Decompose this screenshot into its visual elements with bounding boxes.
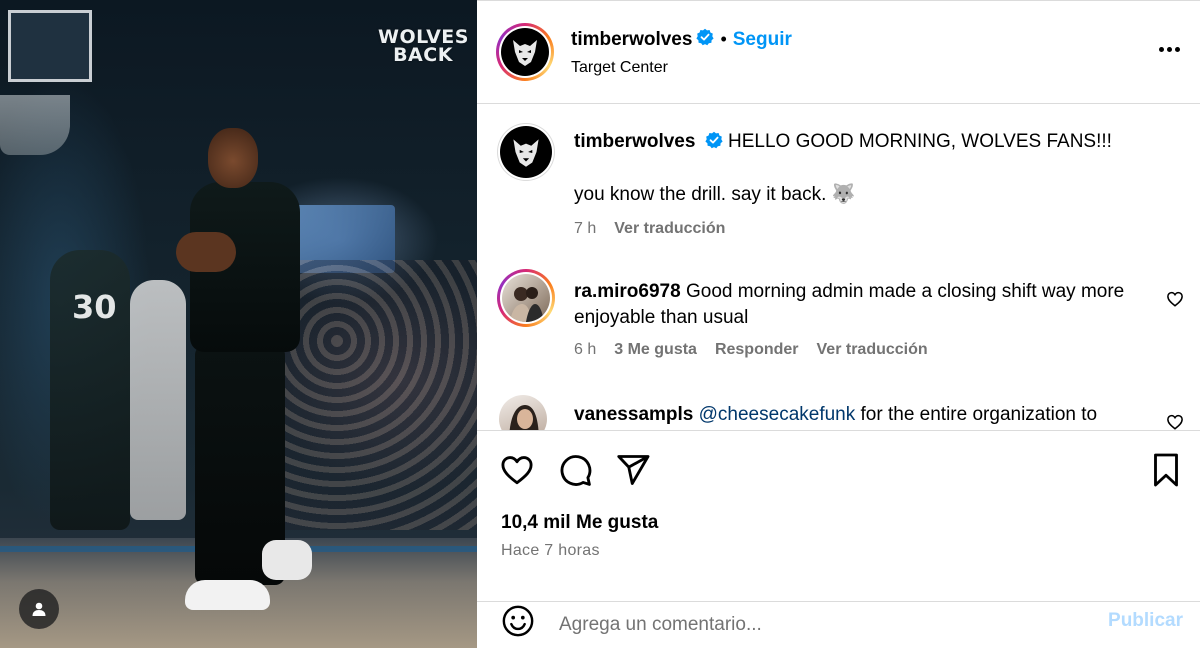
mention-link[interactable]: @cheesecakefunk — [699, 404, 856, 425]
profile-photo-icon — [510, 287, 544, 322]
translate-link[interactable]: Ver traducción — [817, 341, 928, 359]
like-button[interactable] — [499, 452, 535, 493]
verified-badge-icon — [705, 131, 723, 157]
comment-button[interactable] — [557, 452, 593, 493]
caption-meta: 7 h Ver traducción — [574, 220, 725, 238]
comment-text: ra.miro6978 Good morning admin made a cl… — [574, 279, 1134, 331]
more-dot — [1175, 47, 1180, 52]
emoji-button[interactable] — [501, 604, 535, 643]
tagged-users-button[interactable] — [19, 589, 59, 629]
post-time: Hace 7 horas — [501, 542, 600, 559]
avatar[interactable] — [497, 123, 555, 181]
comment-input[interactable] — [559, 609, 1079, 641]
caption-time: 7 h — [574, 220, 597, 237]
more-options-button[interactable] — [1159, 41, 1180, 58]
player-shoe — [262, 540, 312, 580]
translate-link[interactable]: Ver traducción — [614, 220, 725, 238]
watermark-line: BACK — [393, 44, 453, 66]
share-button[interactable] — [615, 452, 651, 493]
comment-text: vanessampls @cheesecakefunk for the enti… — [574, 402, 1134, 428]
opposing-player — [130, 280, 186, 520]
player-arm — [176, 232, 236, 272]
verified-badge-icon — [696, 28, 715, 51]
post-comment-button[interactable]: Publicar — [1108, 610, 1183, 632]
user-icon — [32, 602, 46, 616]
crowd — [277, 260, 477, 530]
heart-icon — [1167, 291, 1183, 307]
emoji-icon — [502, 605, 534, 637]
location-link[interactable]: Target Center — [571, 59, 668, 77]
action-bar — [499, 452, 651, 493]
basket-hoop — [0, 95, 70, 155]
profile-photo-icon — [509, 405, 539, 430]
follow-button[interactable]: Seguir — [733, 29, 792, 51]
likes-count[interactable]: 10,4 mil Me gusta — [501, 512, 658, 534]
jersey-number: 30 — [72, 288, 117, 326]
post-actions: 10,4 mil Me gusta Hace 7 horas — [477, 432, 1200, 602]
post-header: timberwolves • Seguir Target Center — [477, 1, 1200, 104]
heart-icon — [501, 456, 533, 485]
comment-meta: 6 h 3 Me gusta Responder Ver traducción — [574, 341, 928, 359]
reply-button[interactable]: Responder — [715, 341, 799, 359]
separator-dot: • — [720, 29, 727, 49]
comment-body: for the entire organization to — [860, 404, 1098, 425]
caption-line: HELLO GOOD MORNING, WOLVES FANS!!! — [728, 131, 1112, 152]
comment-bubble-icon — [560, 455, 592, 486]
avatar[interactable] — [497, 269, 555, 327]
player-shoe — [185, 580, 270, 610]
save-button[interactable] — [1150, 452, 1182, 493]
comments-list[interactable]: timberwolves HELLO GOOD MORNING, WOLVES … — [477, 104, 1200, 431]
bookmark-icon — [1154, 453, 1178, 487]
caption-line: you know the drill. say it back. 🐺 — [574, 184, 856, 205]
like-comment-button[interactable] — [1166, 290, 1184, 313]
comment-username[interactable]: vanessampls — [574, 404, 693, 425]
header-username[interactable]: timberwolves — [571, 29, 692, 51]
player-head — [208, 128, 258, 188]
comment-username[interactable]: ra.miro6978 — [574, 281, 681, 302]
wolf-logo-icon — [513, 139, 539, 167]
post-details-panel: timberwolves • Seguir Target Center timb… — [477, 0, 1200, 648]
add-comment-bar: Publicar — [477, 603, 1200, 648]
comment-time: 6 h — [574, 341, 597, 358]
post-image[interactable]: 30 WOLVES BACK — [0, 0, 477, 648]
heart-icon — [1167, 414, 1183, 430]
comment-likes-link[interactable]: 3 Me gusta — [614, 341, 697, 359]
watermark-logo: WOLVES BACK — [378, 28, 468, 66]
wolf-logo-icon — [513, 40, 537, 66]
like-comment-button[interactable] — [1166, 413, 1184, 430]
caption-username[interactable]: timberwolves — [574, 131, 695, 152]
caption-text: timberwolves HELLO GOOD MORNING, WOLVES … — [574, 129, 1174, 157]
arena-scoreboard — [8, 10, 92, 82]
paper-plane-icon — [617, 455, 650, 485]
avatar[interactable] — [496, 23, 554, 81]
more-dot — [1159, 47, 1164, 52]
avatar[interactable] — [499, 395, 547, 430]
more-dot — [1167, 47, 1172, 52]
